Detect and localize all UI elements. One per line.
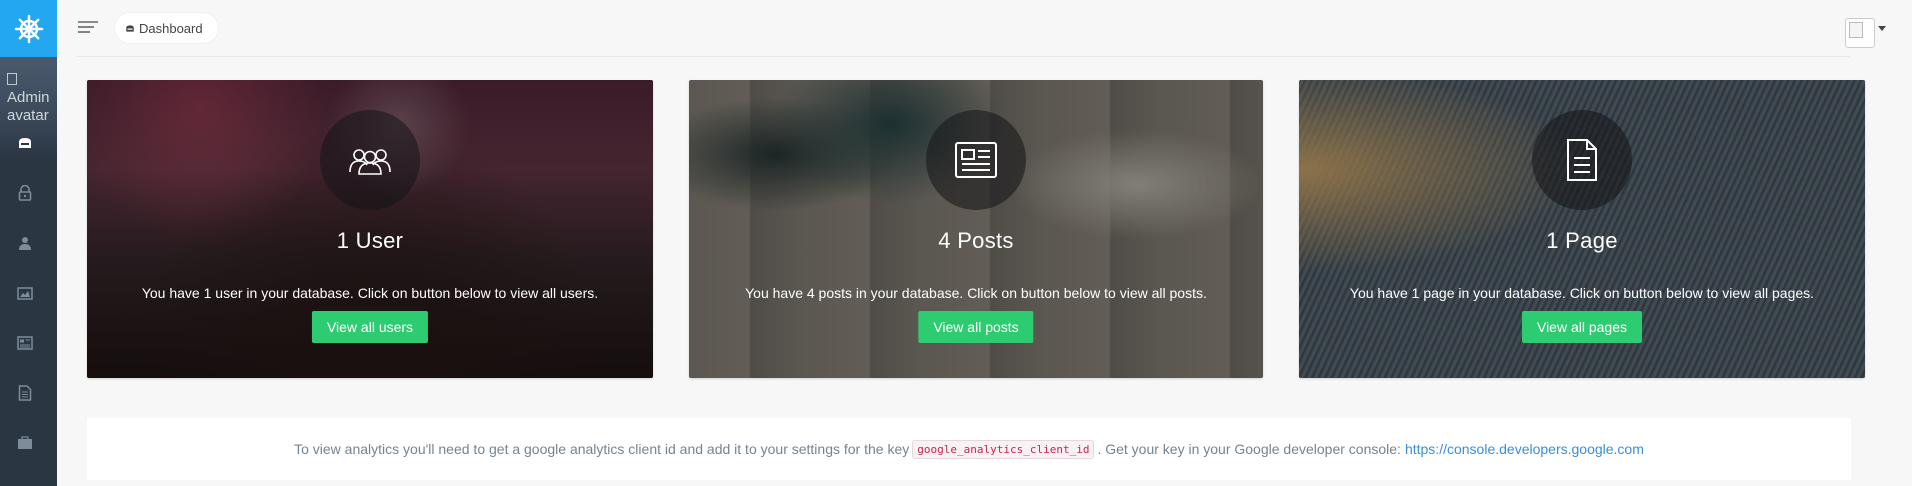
sidebar-item-media[interactable] — [15, 283, 35, 303]
pages-card-description: You have 1 page in your database. Click … — [1349, 285, 1815, 301]
pages-icon-circle — [1532, 110, 1632, 210]
dashboard-icon — [126, 24, 134, 32]
avatar-alt-text: Admin avatar — [7, 89, 50, 124]
sidebar-toggle-button[interactable] — [77, 19, 99, 35]
posts-card: 4 Posts You have 4 posts in your databas… — [689, 80, 1263, 378]
breadcrumb[interactable]: Dashboard — [115, 13, 218, 43]
analytics-text-after: . Get your key in your Google developer … — [1097, 441, 1401, 457]
google-console-link[interactable]: https://console.developers.google.com — [1405, 441, 1644, 457]
pages-card: 1 Page You have 1 page in your database.… — [1299, 80, 1865, 378]
users-card: 1 User You have 1 user in your database.… — [87, 80, 653, 378]
analytics-text-before: To view analytics you'll need to get a g… — [294, 441, 910, 457]
news-icon — [955, 142, 997, 178]
analytics-notice: To view analytics you'll need to get a g… — [87, 418, 1851, 480]
users-group-icon — [349, 149, 391, 175]
view-all-users-button[interactable]: View all users — [311, 311, 429, 343]
users-card-description: You have 1 user in your database. Click … — [141, 285, 599, 301]
lock-icon — [18, 185, 32, 201]
sidebar: Admin avatar — [0, 0, 57, 486]
sidebar-item-pages[interactable] — [15, 383, 35, 403]
sidebar-item-categories[interactable] — [15, 433, 35, 453]
top-navbar: Dashboard — [57, 0, 1912, 57]
profile-caret-icon[interactable] — [1878, 26, 1886, 31]
user-icon — [19, 237, 31, 250]
posts-card-title: 4 Posts — [938, 228, 1014, 253]
sidebar-item-roles[interactable] — [15, 183, 35, 203]
posts-card-description: You have 4 posts in your database. Click… — [745, 285, 1207, 301]
profile-avatar[interactable] — [1845, 18, 1875, 48]
users-card-title: 1 User — [336, 228, 404, 253]
analytics-key-code: google_analytics_client_id — [912, 439, 1095, 459]
view-all-pages-button[interactable]: View all pages — [1521, 311, 1643, 343]
briefcase-icon — [18, 436, 32, 449]
header-divider — [76, 56, 1850, 57]
breadcrumb-label: Dashboard — [139, 20, 203, 36]
pages-card-title: 1 Page — [1546, 228, 1618, 253]
logo[interactable] — [0, 0, 57, 57]
sidebar-item-posts[interactable] — [15, 333, 35, 353]
posts-icon-circle — [926, 110, 1026, 210]
image-icon — [17, 287, 33, 300]
hamburger-icon — [78, 21, 98, 33]
view-all-posts-button[interactable]: View all posts — [918, 311, 1034, 343]
ship-wheel-icon — [14, 14, 43, 43]
users-icon-circle — [320, 110, 420, 210]
document-icon — [1567, 139, 1597, 181]
document-icon — [18, 385, 32, 401]
sidebar-item-dashboard[interactable] — [15, 133, 35, 153]
sidebar-item-users[interactable] — [15, 233, 35, 253]
dashboard-icon — [19, 138, 31, 148]
news-icon — [17, 336, 33, 350]
